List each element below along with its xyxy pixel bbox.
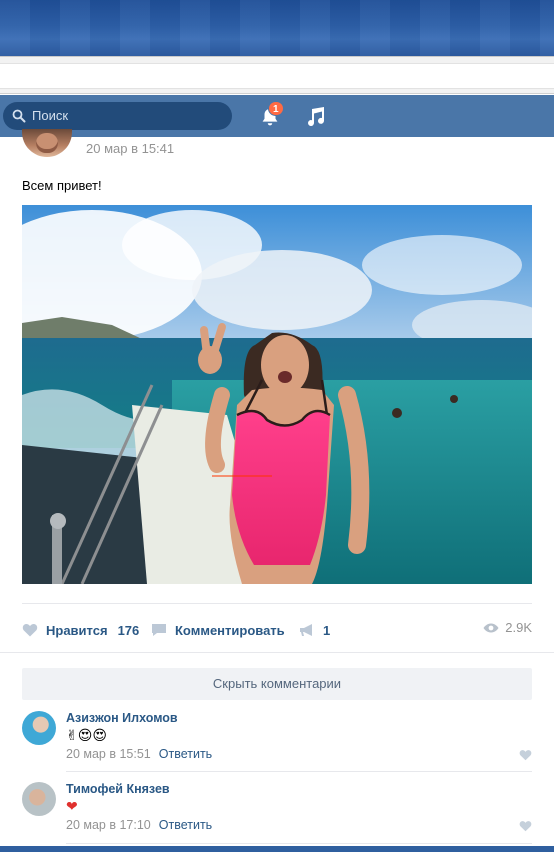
search-placeholder: Поиск (32, 108, 69, 123)
comments-divider (0, 652, 554, 653)
reply-button[interactable]: Ответить (159, 818, 212, 832)
site-header: Поиск 1 (0, 95, 554, 137)
photo-illustration (22, 205, 532, 584)
comment-like-icon[interactable] (519, 749, 532, 761)
music-icon[interactable] (305, 105, 325, 127)
post-photo[interactable] (22, 205, 532, 584)
views-count: 2.9K (505, 620, 532, 635)
comment-meta: 20 мар в 15:51 Ответить (66, 747, 212, 761)
like-count: 176 (117, 622, 140, 638)
comment-date[interactable]: 20 мар в 17:10 (66, 818, 151, 832)
comment-meta: 20 мар в 17:10 Ответить (66, 818, 212, 832)
page-bottom-edge (0, 846, 554, 852)
comment-author[interactable]: Тимофей Князев (66, 782, 170, 796)
eye-icon (483, 623, 499, 632)
search-input[interactable]: Поиск (3, 102, 232, 130)
browser-top-banner (0, 0, 554, 56)
hide-comments-button[interactable]: Скрыть комментарии (22, 668, 532, 700)
reply-button[interactable]: Ответить (159, 747, 212, 761)
comment-text: ❤ (66, 798, 78, 814)
address-bar[interactable] (0, 63, 554, 89)
comment-item: Азизжон Илхомов ✌😍😍 20 мар в 15:51 Ответи… (22, 711, 532, 771)
comment-date[interactable]: 20 мар в 15:51 (66, 747, 151, 761)
share-count: 1 (323, 622, 331, 638)
comment-icon (152, 624, 166, 636)
actions-divider (22, 603, 532, 604)
comment-item: Тимофей Князев ❤ 20 мар в 17:10 Ответить (22, 782, 532, 842)
comment-divider (66, 771, 532, 772)
comment-avatar[interactable] (22, 782, 56, 816)
browser-toolbar (0, 56, 554, 94)
comment-text: ✌😍😍 (66, 727, 107, 743)
comment-button[interactable]: Комментировать (151, 620, 285, 640)
comment-divider (66, 843, 532, 844)
search-icon (12, 109, 26, 123)
comment-avatar[interactable] (22, 711, 56, 745)
comment-author[interactable]: Азизжон Илхомов (66, 711, 178, 725)
notifications-badge: 1 (268, 101, 284, 116)
post-text: Всем привет! (22, 178, 102, 193)
comment-like-icon[interactable] (519, 820, 532, 832)
like-label: Нравится (46, 622, 108, 638)
views-counter: 2.9K (483, 620, 532, 635)
like-button[interactable]: Нравится 176 (22, 620, 139, 640)
author-avatar[interactable] (22, 129, 72, 157)
share-button[interactable]: 1 (299, 620, 330, 640)
comment-label: Комментировать (175, 622, 285, 638)
post-date[interactable]: 20 мар в 15:41 (86, 141, 174, 156)
heart-icon (22, 623, 38, 637)
share-megaphone-icon (300, 624, 312, 636)
